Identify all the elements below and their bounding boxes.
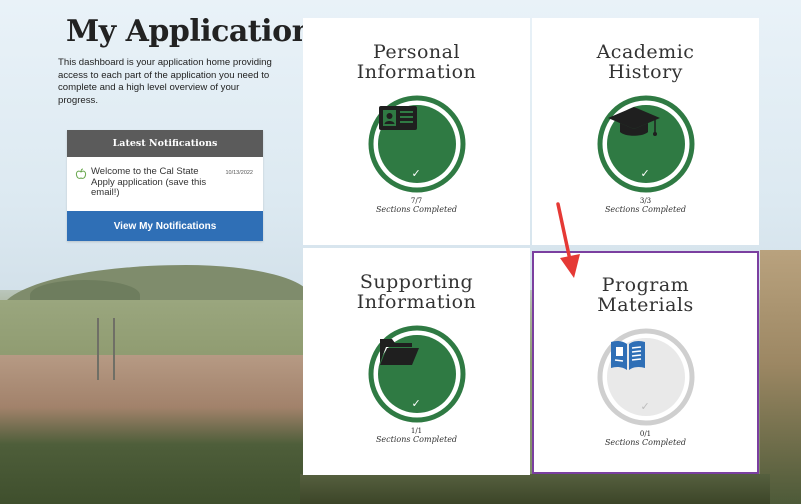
sections-completed-label: Sections Completed xyxy=(375,205,458,214)
tile-title: Supporting Information xyxy=(356,271,477,313)
notifications-heading: Latest Notifications xyxy=(67,130,263,157)
folder-icon xyxy=(379,339,419,365)
apple-icon xyxy=(75,168,87,179)
graduation-cap-icon xyxy=(607,107,660,136)
check-icon: ✓ xyxy=(640,401,650,413)
tile-program-materials[interactable]: Program Materials ✓ 0/1 Sections Complet… xyxy=(532,251,759,474)
progress-ring: ✓ xyxy=(367,94,467,194)
book-icon xyxy=(610,340,645,370)
check-icon: ✓ xyxy=(411,168,421,180)
section-count: 0/1 xyxy=(639,430,652,438)
tile-title: Academic History xyxy=(596,41,695,83)
id-card-icon xyxy=(378,106,417,130)
section-count: 1/1 xyxy=(410,427,423,435)
view-notifications-button[interactable]: View My Notifications xyxy=(67,211,263,241)
check-icon: ✓ xyxy=(640,168,650,180)
tile-title: Program Materials xyxy=(597,274,694,316)
sections-completed-label: Sections Completed xyxy=(604,438,687,447)
tile-personal-information[interactable]: Personal Information ✓ 7/7 Sections Comp… xyxy=(303,18,530,245)
progress-ring: ✓ xyxy=(596,327,696,427)
notification-item[interactable]: Welcome to the Cal State Apply applicati… xyxy=(67,157,263,209)
check-icon: ✓ xyxy=(411,398,421,410)
page-title: My Application xyxy=(66,14,313,49)
sections-completed-label: Sections Completed xyxy=(375,435,458,444)
notification-text: Welcome to the Cal State Apply applicati… xyxy=(91,166,207,198)
notifications-panel: Latest Notifications Welcome to the Cal … xyxy=(67,130,263,241)
page-description: This dashboard is your application home … xyxy=(58,57,272,106)
notification-date: 10/13/2022 xyxy=(225,170,253,176)
section-count: 3/3 xyxy=(639,197,652,205)
section-count: 7/7 xyxy=(410,197,423,205)
progress-ring: ✓ xyxy=(596,94,696,194)
tile-title: Personal Information xyxy=(356,41,477,83)
progress-ring: ✓ xyxy=(367,324,467,424)
sections-completed-label: Sections Completed xyxy=(604,205,687,214)
red-arrow-annotation xyxy=(556,202,580,278)
tile-supporting-information[interactable]: Supporting Information ✓ 1/1 Sections Co… xyxy=(303,248,530,475)
